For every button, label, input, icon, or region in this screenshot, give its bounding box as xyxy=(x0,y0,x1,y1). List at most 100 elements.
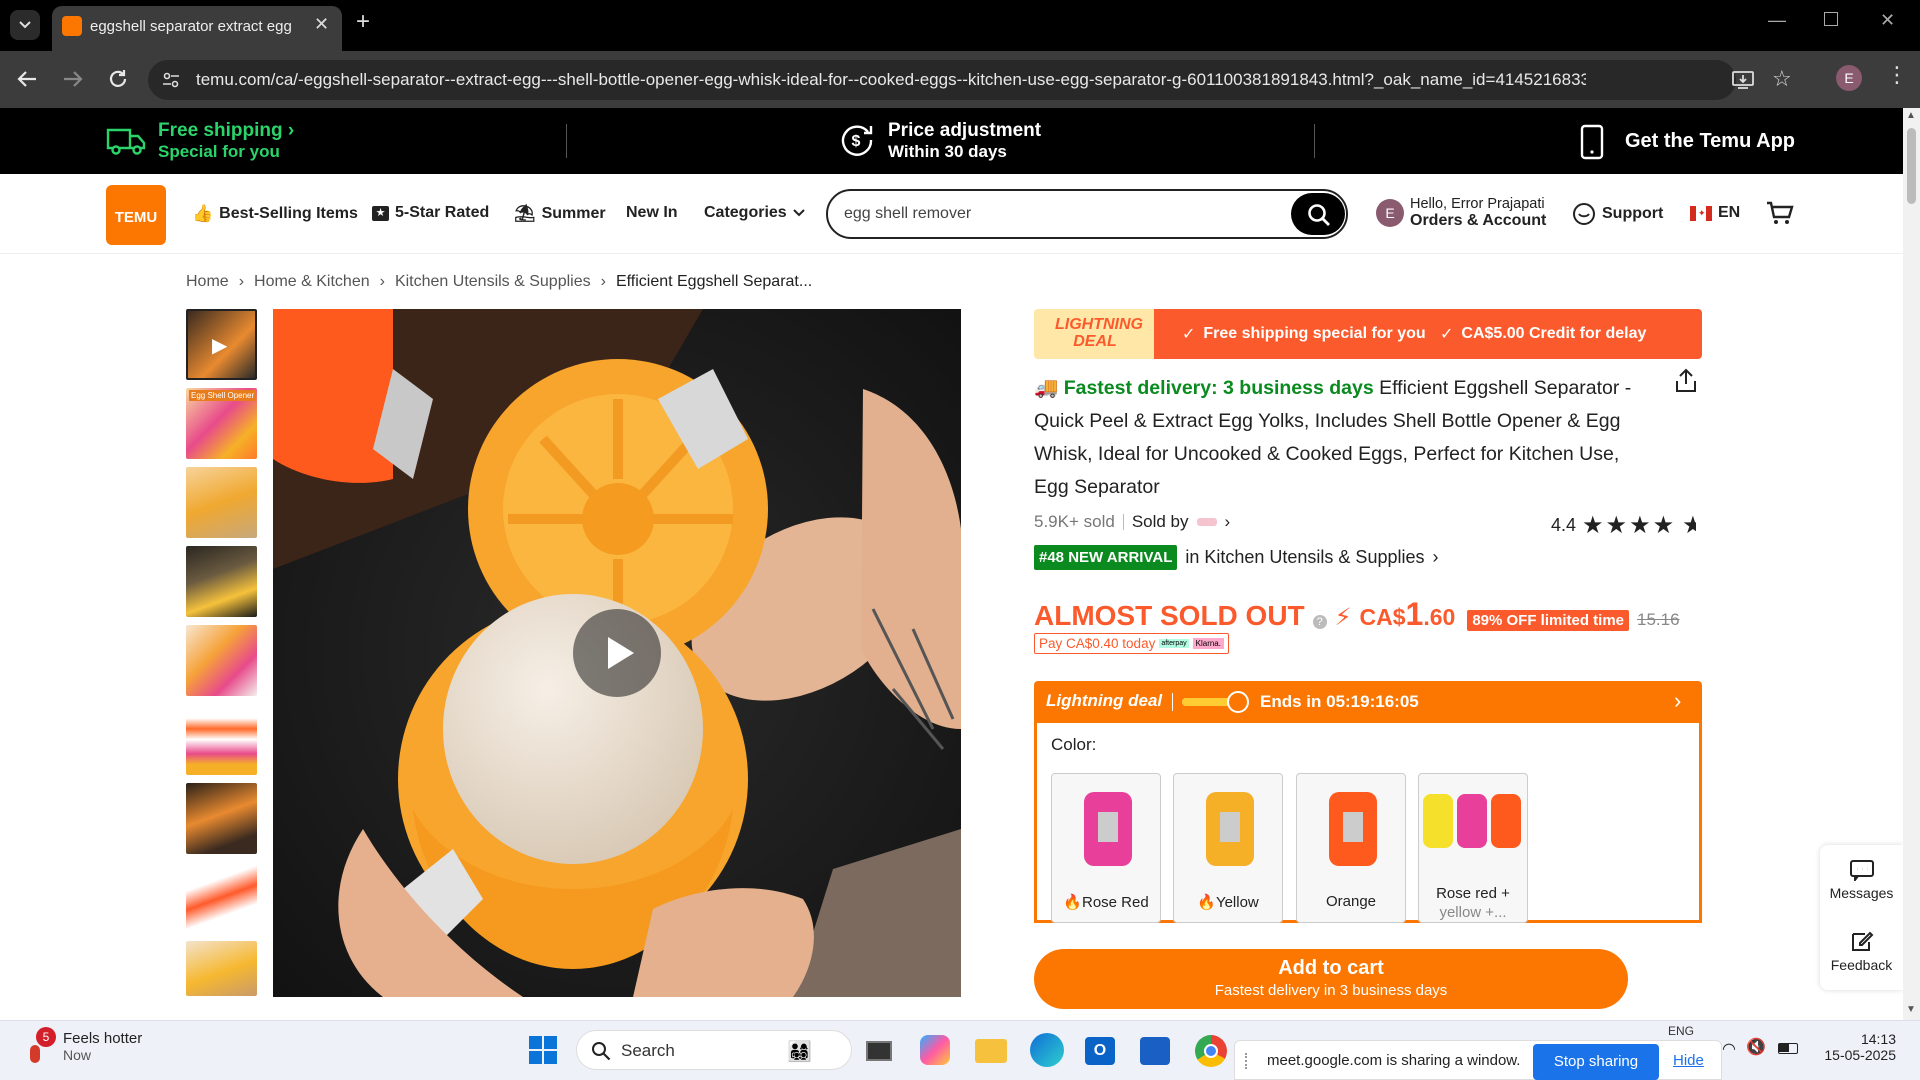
thumbnail-image[interactable]: Egg Shell Opener xyxy=(186,388,257,459)
nav-summer[interactable]: ⛱ Summer xyxy=(514,204,606,224)
sold-by-label[interactable]: Sold by xyxy=(1132,512,1189,532)
language-selector[interactable]: ✦ EN xyxy=(1690,204,1740,222)
scrollbar-thumb[interactable] xyxy=(1907,128,1916,204)
thumbnail-image[interactable] xyxy=(186,704,257,775)
share-icon[interactable] xyxy=(1674,368,1698,394)
weather-icon[interactable]: 5 xyxy=(26,1027,56,1063)
kebab-menu-icon[interactable]: ⋮ xyxy=(1886,62,1908,88)
maximize-icon[interactable] xyxy=(1824,12,1838,26)
close-icon[interactable]: ✕ xyxy=(314,14,329,35)
minimize-icon[interactable]: — xyxy=(1768,10,1786,31)
page-scrollbar[interactable]: ▲ ▼ xyxy=(1903,108,1920,1020)
address-bar[interactable]: temu.com/ca/-eggshell-separator--extract… xyxy=(148,60,1792,100)
thumbnail-image[interactable] xyxy=(186,546,257,617)
copilot-icon[interactable] xyxy=(920,1035,950,1065)
help-icon[interactable]: ? xyxy=(1312,615,1327,629)
rating-row[interactable]: 4.4 ★★★★ ★ xyxy=(1551,511,1696,540)
scroll-down-icon[interactable]: ▼ xyxy=(1906,1004,1916,1015)
window-close-icon[interactable]: ✕ xyxy=(1880,10,1895,31)
windows-start-icon[interactable] xyxy=(529,1036,557,1064)
active-tab[interactable]: eggshell separator extract egg ✕ xyxy=(52,6,342,51)
hide-link[interactable]: Hide xyxy=(1673,1052,1704,1069)
color-option-orange[interactable]: Orange xyxy=(1296,773,1406,923)
taskbar-search[interactable]: Search 👨‍👩‍👧‍👦 xyxy=(576,1030,852,1070)
temu-logo[interactable]: TEMU xyxy=(106,185,166,245)
rank-row[interactable]: #48 NEW ARRIVAL in Kitchen Utensils & Su… xyxy=(1034,545,1438,570)
chevron-right-icon: › xyxy=(1224,512,1231,531)
stop-sharing-button[interactable]: Stop sharing xyxy=(1533,1044,1659,1080)
search-input[interactable] xyxy=(844,202,1284,226)
clock[interactable]: 14:13 15-05-2025 xyxy=(1814,1031,1896,1063)
clock-date: 15-05-2025 xyxy=(1824,1047,1896,1063)
tab-title: eggshell separator extract egg xyxy=(90,18,292,35)
scroll-up-icon[interactable]: ▲ xyxy=(1906,110,1916,121)
breadcrumb-home[interactable]: Home xyxy=(186,273,229,291)
weather-widget[interactable]: Feels hotter Now xyxy=(63,1030,142,1063)
swatch-image xyxy=(1329,792,1377,866)
back-arrow-icon[interactable] xyxy=(16,69,38,89)
color-option-yellow[interactable]: 🔥Yellow xyxy=(1173,773,1283,923)
edge-browser-icon[interactable] xyxy=(1030,1033,1064,1067)
thumbnail-image[interactable] xyxy=(186,862,257,933)
thumbnail-image[interactable] xyxy=(186,783,257,854)
bookmark-star-icon[interactable]: ☆ xyxy=(1772,66,1792,92)
thumbnail-image[interactable] xyxy=(186,941,257,996)
svg-text:$: $ xyxy=(852,133,861,150)
add-to-cart-button[interactable]: Add to cart Fastest delivery in 3 busine… xyxy=(1034,949,1628,1009)
free-shipping-link[interactable]: Free shipping › Special for you xyxy=(158,120,294,162)
support-link[interactable]: Support xyxy=(1572,202,1663,226)
file-explorer-icon[interactable] xyxy=(975,1039,1007,1063)
play-button[interactable] xyxy=(573,609,661,697)
search-button[interactable] xyxy=(1291,193,1345,235)
nav-five-star[interactable]: ★ 5-Star Rated xyxy=(372,204,489,222)
nav-best-selling[interactable]: 👍 Best-Selling Items xyxy=(192,204,358,224)
support-label: Support xyxy=(1602,205,1664,222)
store-icon[interactable] xyxy=(1140,1037,1170,1065)
account-avatar[interactable]: E xyxy=(1376,199,1404,227)
seller-logo-icon[interactable] xyxy=(1196,518,1217,526)
get-app-link[interactable]: Get the Temu App xyxy=(1625,130,1795,153)
drag-handle-icon[interactable] xyxy=(1245,1053,1248,1069)
screen-share-bar: meet.google.com is sharing a window. Sto… xyxy=(1234,1040,1722,1080)
canada-flag-icon: ✦ xyxy=(1690,205,1712,221)
install-app-icon[interactable] xyxy=(1732,70,1754,90)
forward-arrow-icon[interactable] xyxy=(62,69,84,89)
original-price: 15.16 xyxy=(1637,610,1680,629)
nav-new-in[interactable]: New In xyxy=(626,204,678,222)
account-menu[interactable]: Hello, Error Prajapati Orders & Account xyxy=(1410,196,1546,230)
volume-muted-icon[interactable]: 🔇 xyxy=(1746,1037,1766,1057)
price-adjustment[interactable]: Price adjustment Within 30 days xyxy=(888,120,1041,162)
breadcrumb-kitchen-utensils[interactable]: Kitchen Utensils & Supplies xyxy=(395,273,591,291)
color-option-multi[interactable]: Rose red + yellow +... xyxy=(1418,773,1528,923)
nav-categories[interactable]: Categories xyxy=(704,204,805,222)
free-shipping-title: Free shipping xyxy=(158,120,283,141)
site-info-icon[interactable] xyxy=(162,72,180,88)
thumbnail-image[interactable] xyxy=(186,625,257,696)
feedback-button[interactable]: Feedback xyxy=(1820,929,1903,973)
chevron-right-icon: › xyxy=(287,120,295,141)
swatch-image xyxy=(1457,794,1487,848)
thumbnail-image[interactable] xyxy=(186,467,257,538)
delivery-highlight: Fastest delivery: 3 business days xyxy=(1063,377,1374,399)
chat-support-icon xyxy=(1573,203,1595,225)
shopping-cart-icon[interactable] xyxy=(1766,200,1794,226)
tab-search-button[interactable] xyxy=(10,10,40,40)
outlook-icon[interactable]: O xyxy=(1085,1037,1115,1065)
product-main-video[interactable] xyxy=(273,309,961,997)
thumbnail-video[interactable]: ▶ xyxy=(186,309,257,380)
breadcrumb-home-kitchen[interactable]: Home & Kitchen xyxy=(254,273,370,291)
battery-icon[interactable] xyxy=(1778,1043,1798,1054)
wifi-icon[interactable]: ◠ xyxy=(1722,1039,1736,1059)
input-language[interactable]: ENG xyxy=(1668,1024,1694,1038)
lightning-deal-bar[interactable]: Lightning deal Ends in 05:19:16:05 › xyxy=(1034,681,1702,723)
color-option-rose-red[interactable]: 🔥Rose Red xyxy=(1051,773,1161,923)
reload-icon[interactable] xyxy=(107,68,129,90)
messages-button[interactable]: Messages xyxy=(1820,859,1903,901)
profile-avatar[interactable]: E xyxy=(1836,65,1862,91)
task-view-icon[interactable] xyxy=(866,1041,892,1061)
chrome-icon[interactable] xyxy=(1195,1035,1227,1067)
temu-favicon-icon xyxy=(62,16,82,36)
new-tab-icon[interactable]: + xyxy=(356,8,370,36)
pay-later-badge[interactable]: Pay CA$0.40 today afterpay Klarna. xyxy=(1034,633,1229,654)
breadcrumb: Home › Home & Kitchen › Kitchen Utensils &… xyxy=(186,273,812,291)
